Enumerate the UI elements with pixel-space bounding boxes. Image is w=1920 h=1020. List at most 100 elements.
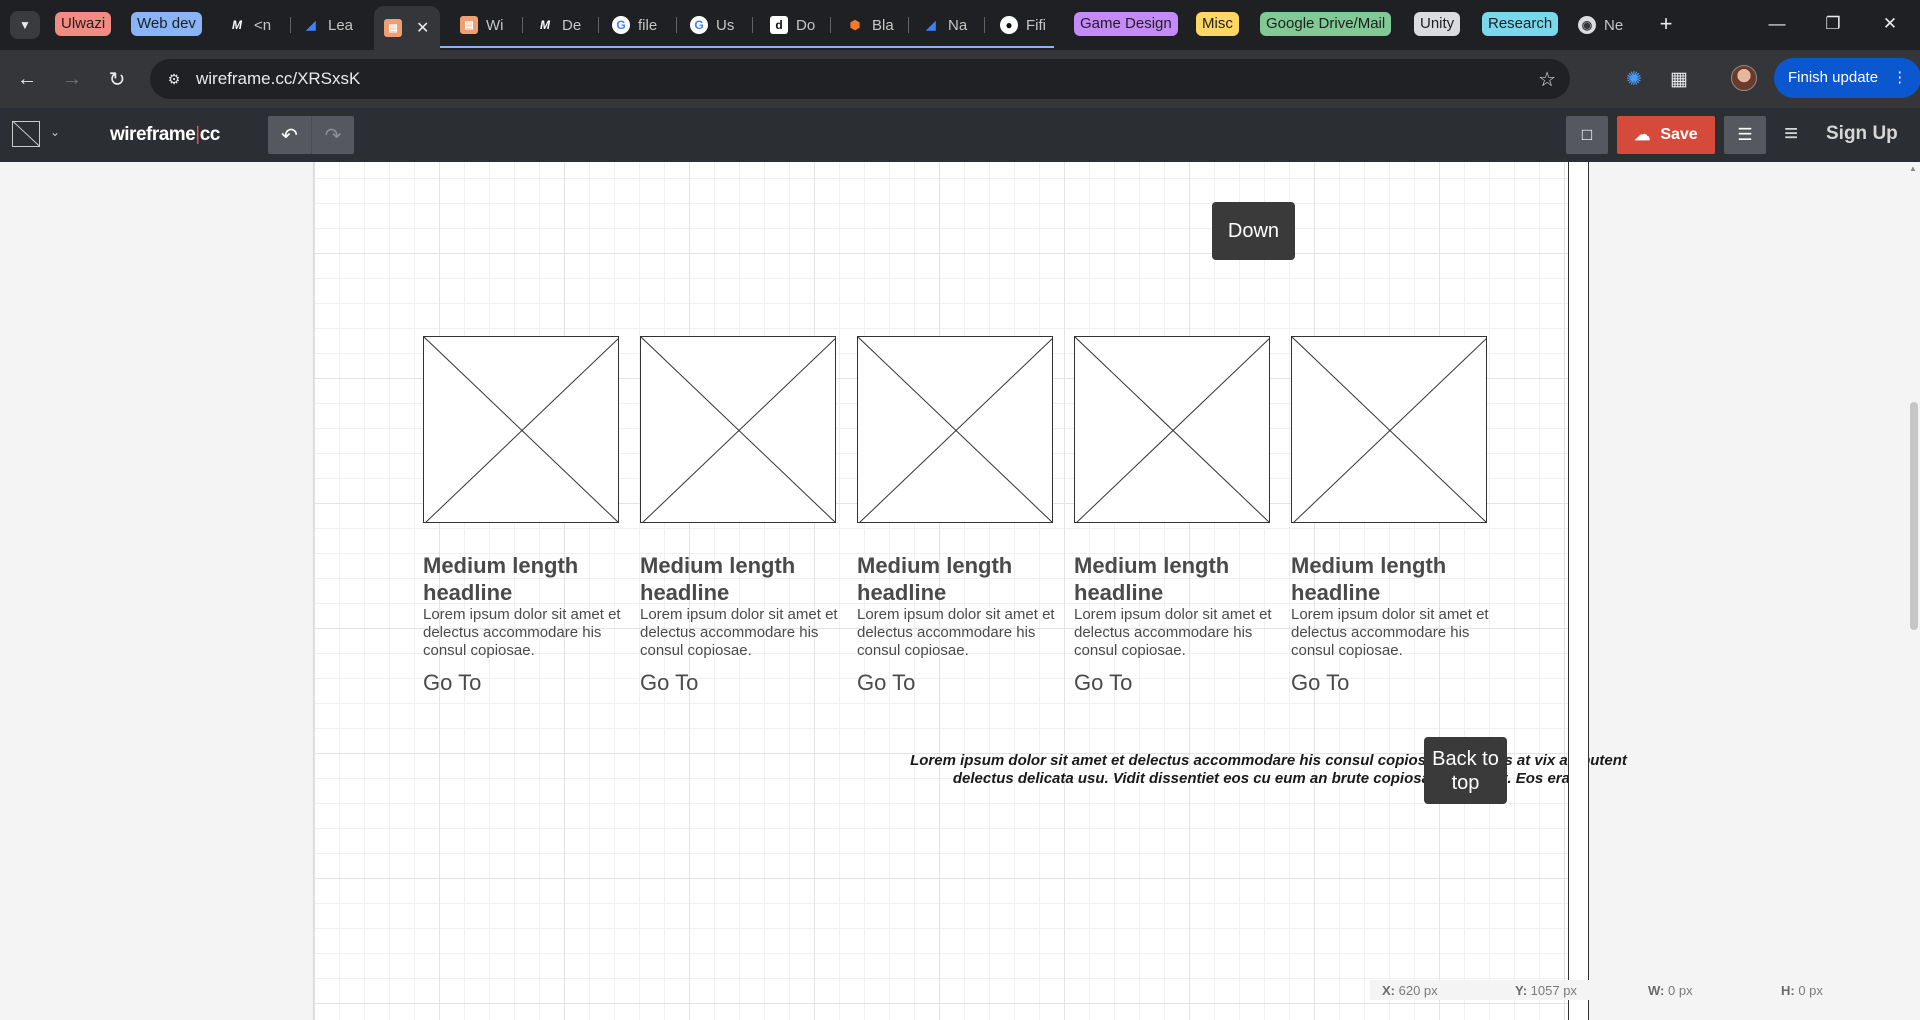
address-bar[interactable]: ⚙ wireframe.cc/XRSxsK ☆	[150, 59, 1570, 99]
save-button[interactable]: ☁ Save	[1617, 116, 1715, 154]
image-placeholder[interactable]	[1074, 336, 1270, 523]
tab-group-google-drive-mail[interactable]: Google Drive/Mail	[1260, 12, 1392, 36]
extension-icon[interactable]: ✺	[1619, 64, 1649, 94]
minimize-icon: —	[1768, 14, 1786, 33]
image-placeholder-icon	[1292, 337, 1486, 522]
x-label: X:	[1382, 983, 1395, 998]
card-body-text[interactable]: Lorem ipsum dolor sit amet et delectus a…	[640, 606, 838, 660]
close-tab-icon[interactable]: ✕	[416, 18, 429, 38]
card-body-text[interactable]: Lorem ipsum dolor sit amet et delectus a…	[857, 606, 1055, 660]
comment-icon: □	[1581, 125, 1593, 144]
wireframe-logo-icon: ▤	[384, 19, 402, 37]
card-go-to-link[interactable]: Go To	[857, 670, 915, 696]
browser-tab[interactable]: ◢ Lea	[302, 10, 354, 40]
tab-title: Lea	[328, 16, 354, 34]
brand-suffix: cc	[199, 124, 221, 145]
browser-tab[interactable]: d Do	[770, 10, 820, 40]
bookmark-star-icon[interactable]: ☆	[1538, 67, 1556, 92]
canvas-workspace[interactable]: Down Medium length headline Lorem ipsum …	[0, 162, 1920, 1020]
redo-button[interactable]: ↷	[311, 116, 354, 154]
hamburger-menu-icon[interactable]: ≡	[1784, 120, 1798, 148]
browser-tab[interactable]: ◢ Na	[922, 10, 972, 40]
footer-paragraph[interactable]: Lorem ipsum dolor sit amet et delectus a…	[882, 752, 1655, 788]
down-button[interactable]: Down	[1212, 202, 1295, 260]
card-go-to-link[interactable]: Go To	[1291, 670, 1349, 696]
sliders-icon: ☰	[1737, 125, 1753, 144]
restore-button[interactable]: ❐	[1813, 8, 1853, 40]
back-button[interactable]: ←	[12, 64, 42, 94]
chevron-down-icon[interactable]: ⌄	[50, 125, 60, 139]
extensions-puzzle-icon[interactable]: ▦	[1664, 64, 1694, 94]
tab-title: Bla	[872, 16, 894, 34]
tab-title: Fifi	[1026, 16, 1046, 34]
tab-group-unity[interactable]: Unity	[1414, 12, 1461, 36]
arrow-right-icon: →	[62, 67, 82, 90]
minimize-button[interactable]: —	[1757, 8, 1797, 40]
back-to-top-button[interactable]: Back to top	[1424, 737, 1507, 804]
card-go-to-link[interactable]: Go To	[640, 670, 698, 696]
undo-redo-group: ↶ ↷	[268, 116, 354, 154]
browser-toolbar: ← → ↻ ⚙ wireframe.cc/XRSxsK ☆ ✺ ▦ Finish…	[0, 50, 1920, 108]
card-go-to-link[interactable]: Go To	[1074, 670, 1132, 696]
image-placeholder[interactable]	[1291, 336, 1487, 523]
new-tab-button[interactable]: +	[1652, 11, 1680, 39]
chevron-down-icon: ▼	[19, 18, 31, 32]
card-go-to-link[interactable]: Go To	[423, 670, 481, 696]
image-placeholder-icon	[858, 337, 1052, 522]
browser-tab[interactable]: G file	[612, 10, 664, 40]
site-settings-icon[interactable]: ⚙	[164, 69, 184, 89]
browser-tab[interactable]: ▤ Wi	[460, 10, 510, 40]
browser-tab[interactable]: ⬢ Bla	[846, 10, 896, 40]
card-body-text[interactable]: Lorem ipsum dolor sit amet et delectus a…	[1291, 606, 1489, 660]
browser-tab[interactable]: M De	[536, 10, 586, 40]
browser-tab[interactable]: ◉ Ne	[1578, 10, 1634, 40]
x-coordinate: X: 620 px	[1382, 983, 1438, 998]
card-body-text[interactable]: Lorem ipsum dolor sit amet et delectus a…	[1074, 606, 1272, 660]
browser-tab[interactable]: ● Fifi	[1000, 10, 1054, 40]
tab-title: Na	[948, 16, 968, 34]
scrollbar-thumb[interactable]	[1910, 402, 1918, 630]
save-label: Save	[1660, 126, 1698, 143]
comment-button[interactable]: □	[1566, 116, 1608, 154]
shape-picker-icon[interactable]	[12, 121, 40, 147]
tab-group-misc[interactable]: Misc	[1196, 12, 1239, 36]
wireframe-page[interactable]: Down Medium length headline Lorem ipsum …	[313, 162, 1627, 1020]
sign-up-link[interactable]: Sign Up	[1826, 123, 1898, 145]
browser-tab[interactable]: M <n	[228, 10, 278, 40]
wireframe-logo-icon: ▤	[460, 16, 478, 34]
image-placeholder[interactable]	[640, 336, 836, 523]
profile-avatar[interactable]	[1731, 65, 1757, 91]
browser-tab-strip: ▼ Ulwazi Web dev M <n ◢ Lea ▤ ✕ ▤ Wi M D…	[0, 0, 1920, 50]
undo-button[interactable]: ↶	[268, 116, 311, 154]
tab-separator	[290, 17, 291, 33]
tab-search-button[interactable]: ▼	[10, 11, 40, 39]
card-headline[interactable]: Medium length headline	[640, 552, 838, 606]
image-placeholder[interactable]	[857, 336, 1053, 523]
scroll-up-icon[interactable]: ▲	[1909, 164, 1917, 173]
forward-button[interactable]: →	[57, 64, 87, 94]
finish-update-button[interactable]: Finish update ⋮	[1774, 58, 1920, 98]
card-headline[interactable]: Medium length headline	[1291, 552, 1489, 606]
card-body-text[interactable]: Lorem ipsum dolor sit amet et delectus a…	[423, 606, 621, 660]
vertical-scrollbar[interactable]: ▲	[1907, 162, 1920, 1020]
reload-button[interactable]: ↻	[102, 64, 132, 94]
tab-separator	[522, 17, 523, 33]
card-headline[interactable]: Medium length headline	[857, 552, 1055, 606]
tab-group-web-dev[interactable]: Web dev	[131, 12, 202, 36]
close-window-button[interactable]: ✕	[1870, 8, 1910, 40]
image-placeholder[interactable]	[423, 336, 619, 523]
settings-button[interactable]: ☰	[1724, 116, 1766, 154]
card-headline[interactable]: Medium length headline	[423, 552, 621, 606]
tab-group-ulwazi[interactable]: Ulwazi	[55, 12, 112, 36]
tab-group-game-design[interactable]: Game Design	[1074, 12, 1178, 36]
card-headline[interactable]: Medium length headline	[1074, 552, 1272, 606]
tab-group-research[interactable]: Research	[1482, 12, 1559, 36]
doc-logo-icon: d	[770, 16, 788, 34]
browser-tab[interactable]: G Us	[690, 10, 740, 40]
tab-title: De	[562, 16, 582, 34]
finish-update-label: Finish update	[1788, 69, 1879, 86]
url-text[interactable]: wireframe.cc/XRSxsK	[196, 69, 360, 89]
app-logo[interactable]: wireframe|cc	[110, 124, 220, 146]
more-vert-icon: ⋮	[1892, 69, 1908, 86]
browser-tab-active[interactable]: ▤ ✕	[374, 6, 440, 50]
